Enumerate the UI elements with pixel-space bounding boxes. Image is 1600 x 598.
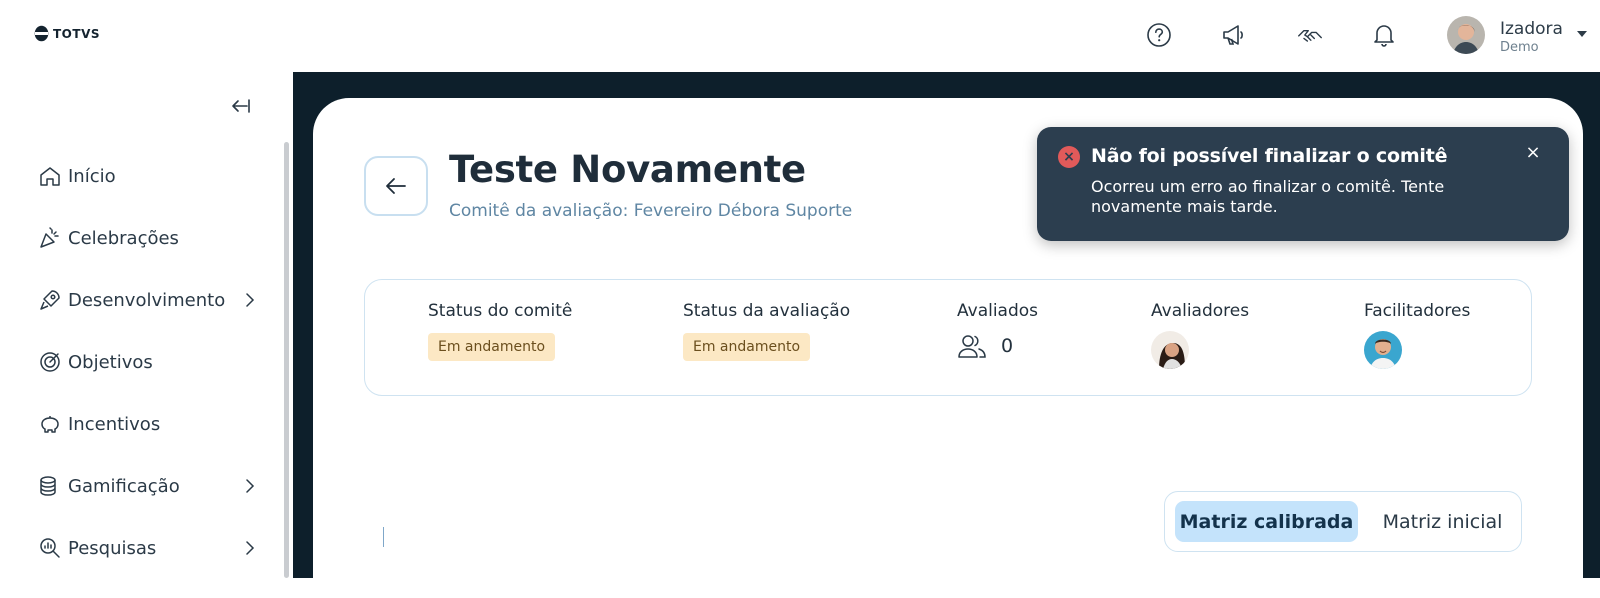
evaluators-label: Avaliadores [1151, 301, 1250, 321]
evaluators-summary: Avaliadores [1151, 301, 1249, 369]
rocket-icon [40, 290, 60, 310]
user-menu-caret-icon[interactable] [1577, 31, 1587, 37]
evaluation-status: Status da avaliação Em andamento [683, 301, 850, 361]
matrix-toggle: Matriz calibrada Matriz inicial [1164, 491, 1522, 552]
logo-text: TOTVS [53, 26, 101, 41]
chevron-right-icon [246, 479, 255, 493]
facilitator-avatar[interactable] [1364, 331, 1402, 369]
evaluation-status-label: Status da avaliação [683, 301, 851, 321]
user-name[interactable]: Izadora [1500, 19, 1563, 39]
facilitators-summary: Facilitadores [1364, 301, 1470, 369]
sidebar-item-gamificacao[interactable]: Gamificação [38, 471, 263, 501]
sidebar-scrollbar[interactable] [284, 142, 289, 578]
matrix-calibrated-tab[interactable]: Matriz calibrada [1175, 501, 1358, 542]
help-icon[interactable] [1146, 22, 1172, 48]
megaphone-icon[interactable] [1221, 22, 1247, 48]
committee-status-label: Status do comitê [428, 301, 573, 321]
search-chart-icon [40, 538, 60, 558]
facilitators-label: Facilitadores [1364, 301, 1471, 321]
top-bar: TOTVS Izadora Demo [0, 0, 1600, 72]
chevron-right-icon [246, 293, 255, 307]
error-icon: × [1058, 146, 1080, 168]
target-icon [40, 352, 60, 372]
sidebar-item-label: Gamificação [68, 475, 180, 497]
committee-info-panel: Status do comitê Em andamento Status da … [364, 279, 1532, 396]
sidebar-item-label: Incentivos [68, 413, 161, 435]
page-title: Teste Novamente [449, 148, 806, 191]
collapse-sidebar-icon[interactable] [229, 97, 251, 115]
sidebar-item-label: Início [68, 165, 116, 187]
toast-title: Não foi possível finalizar o comitê [1091, 145, 1448, 167]
evaluation-status-badge: Em andamento [683, 333, 811, 361]
matrix-initial-tab[interactable]: Matriz inicial [1370, 501, 1515, 542]
close-icon[interactable]: × [1524, 144, 1542, 162]
sidebar: Início Celebrações Desenvolvimento Objet… [0, 72, 293, 578]
sidebar-item-label: Desenvolvimento [68, 289, 226, 311]
page-subtitle: Comitê da avaliação: Fevereiro Débora Su… [449, 201, 853, 221]
chevron-right-icon [246, 541, 255, 555]
sidebar-item-inicio[interactable]: Início [38, 161, 263, 191]
evaluated-summary: Avaliados 0 [957, 301, 1038, 359]
sidebar-item-label: Objetivos [68, 351, 153, 373]
piggy-bank-icon [41, 416, 59, 433]
evaluated-label: Avaliados [957, 301, 1039, 321]
committee-status-badge: Em andamento [428, 333, 556, 361]
error-toast: × Não foi possível finalizar o comitê Oc… [1037, 127, 1569, 241]
arrow-left-icon [386, 178, 406, 194]
sidebar-item-desenvolvimento[interactable]: Desenvolvimento [38, 285, 263, 315]
sidebar-item-label: Celebrações [68, 227, 179, 249]
toast-message: Ocorreu um erro ao finalizar o comitê. T… [1091, 177, 1445, 216]
back-button[interactable] [364, 156, 428, 216]
totvs-logo[interactable]: TOTVS [34, 25, 100, 42]
text-cursor [383, 527, 384, 547]
home-icon [40, 167, 60, 186]
user-avatar[interactable] [1447, 16, 1485, 54]
sidebar-item-objetivos[interactable]: Objetivos [38, 347, 263, 377]
user-role: Demo [1500, 40, 1539, 55]
evaluated-count: 0 [1001, 335, 1014, 357]
party-popper-icon [40, 227, 59, 248]
handshake-icon[interactable] [1297, 22, 1323, 48]
evaluator-avatar[interactable] [1151, 331, 1189, 369]
sidebar-item-pesquisas[interactable]: Pesquisas [38, 533, 263, 563]
totvs-logo-icon [34, 25, 49, 42]
sidebar-item-celebracoes[interactable]: Celebrações [38, 223, 263, 253]
sidebar-item-label: Pesquisas [68, 537, 157, 559]
committee-status: Status do comitê Em andamento [428, 301, 572, 361]
bell-icon[interactable] [1371, 22, 1397, 48]
sidebar-item-incentivos[interactable]: Incentivos [38, 409, 263, 439]
users-icon [958, 335, 986, 358]
coins-icon [40, 476, 56, 496]
